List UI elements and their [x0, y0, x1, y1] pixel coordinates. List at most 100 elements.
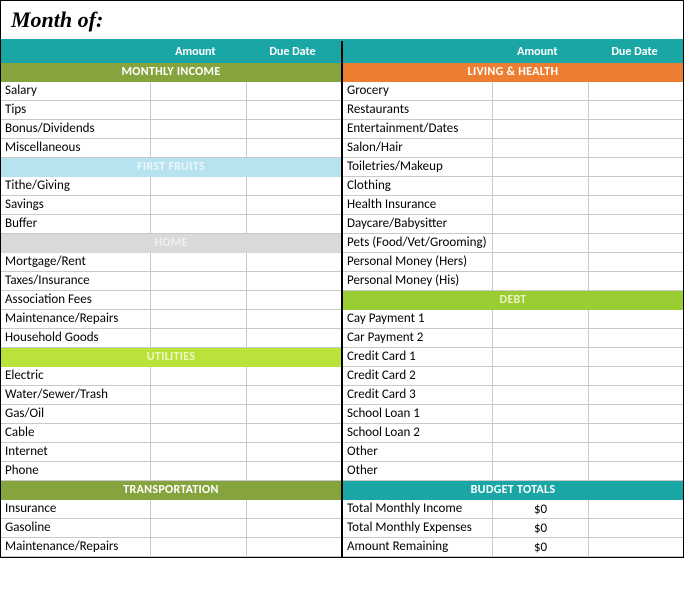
due-cell[interactable] — [589, 462, 683, 480]
amount-cell[interactable] — [493, 101, 588, 119]
due-cell[interactable] — [247, 253, 341, 271]
due-cell[interactable] — [589, 253, 683, 271]
amount-cell[interactable] — [151, 367, 246, 385]
amount-cell[interactable] — [151, 424, 246, 442]
due-cell[interactable] — [589, 158, 683, 176]
amount-cell[interactable] — [493, 386, 588, 404]
due-cell[interactable] — [247, 139, 341, 157]
row-label: Other — [343, 462, 493, 480]
budget-row: Health Insurance — [343, 196, 683, 215]
amount-cell[interactable] — [151, 386, 246, 404]
row-label: Phone — [1, 462, 151, 480]
amount-cell[interactable] — [493, 367, 588, 385]
amount-cell[interactable] — [493, 272, 588, 290]
amount-cell[interactable] — [151, 500, 246, 518]
due-cell[interactable] — [247, 462, 341, 480]
amount-cell[interactable] — [151, 291, 246, 309]
amount-cell[interactable] — [493, 215, 588, 233]
due-cell[interactable] — [589, 443, 683, 461]
due-cell[interactable] — [247, 82, 341, 100]
due-cell[interactable] — [247, 272, 341, 290]
amount-cell[interactable] — [151, 120, 246, 138]
amount-cell[interactable] — [493, 177, 588, 195]
amount-cell[interactable] — [151, 310, 246, 328]
right-column: LIVING & HEALTHGroceryRestaurantsEnterta… — [343, 63, 683, 557]
amount-cell[interactable] — [151, 101, 246, 119]
amount-cell[interactable] — [151, 82, 246, 100]
amount-cell[interactable] — [151, 177, 246, 195]
amount-cell[interactable] — [151, 215, 246, 233]
due-cell[interactable] — [247, 177, 341, 195]
amount-cell[interactable] — [493, 120, 588, 138]
amount-cell[interactable] — [493, 253, 588, 271]
amount-cell[interactable] — [493, 443, 588, 461]
due-cell[interactable] — [247, 291, 341, 309]
due-cell[interactable] — [589, 386, 683, 404]
row-label: Tips — [1, 101, 151, 119]
due-cell[interactable] — [589, 424, 683, 442]
due-cell[interactable] — [589, 120, 683, 138]
due-cell[interactable] — [247, 101, 341, 119]
due-cell[interactable] — [247, 500, 341, 518]
due-cell[interactable] — [589, 405, 683, 423]
due-cell[interactable] — [247, 386, 341, 404]
row-label: Insurance — [1, 500, 151, 518]
amount-cell[interactable] — [151, 462, 246, 480]
amount-cell[interactable] — [151, 443, 246, 461]
amount-cell[interactable] — [151, 405, 246, 423]
amount-cell[interactable] — [493, 139, 588, 157]
left-column: MONTHLY INCOMESalaryTipsBonus/DividendsM… — [1, 63, 343, 557]
due-cell[interactable] — [247, 120, 341, 138]
budget-row: Gasoline — [1, 519, 341, 538]
budget-row: Credit Card 2 — [343, 367, 683, 386]
amount-cell[interactable] — [151, 329, 246, 347]
budget-row: Personal Money (Hers) — [343, 253, 683, 272]
due-cell[interactable] — [589, 272, 683, 290]
due-cell[interactable] — [589, 196, 683, 214]
row-label: Miscellaneous — [1, 139, 151, 157]
amount-cell[interactable] — [493, 310, 588, 328]
due-cell[interactable] — [247, 424, 341, 442]
due-cell[interactable] — [589, 101, 683, 119]
budget-row: Credit Card 3 — [343, 386, 683, 405]
totals-row: Total Monthly Expenses$0 — [343, 519, 683, 538]
due-cell[interactable] — [589, 139, 683, 157]
due-cell[interactable] — [589, 329, 683, 347]
amount-cell[interactable] — [493, 424, 588, 442]
amount-cell[interactable] — [493, 405, 588, 423]
due-cell[interactable] — [247, 538, 341, 556]
amount-cell[interactable] — [151, 272, 246, 290]
budget-row: Cay Payment 1 — [343, 310, 683, 329]
amount-cell[interactable] — [151, 538, 246, 556]
due-cell[interactable] — [589, 215, 683, 233]
due-cell[interactable] — [247, 519, 341, 537]
budget-row: Entertainment/Dates — [343, 120, 683, 139]
due-cell[interactable] — [589, 234, 683, 252]
due-cell[interactable] — [247, 310, 341, 328]
totals-label: Amount Remaining — [343, 538, 493, 556]
due-cell[interactable] — [247, 215, 341, 233]
due-cell[interactable] — [247, 443, 341, 461]
totals-amount: $0 — [493, 500, 588, 518]
due-cell[interactable] — [247, 329, 341, 347]
amount-cell[interactable] — [493, 329, 588, 347]
amount-cell[interactable] — [493, 348, 588, 366]
due-cell[interactable] — [589, 177, 683, 195]
amount-cell[interactable] — [151, 519, 246, 537]
amount-cell[interactable] — [151, 139, 246, 157]
due-cell[interactable] — [589, 82, 683, 100]
due-cell[interactable] — [589, 367, 683, 385]
due-cell[interactable] — [589, 310, 683, 328]
due-cell[interactable] — [247, 367, 341, 385]
amount-cell[interactable] — [493, 82, 588, 100]
amount-cell[interactable] — [493, 196, 588, 214]
due-cell[interactable] — [589, 348, 683, 366]
amount-cell[interactable] — [493, 234, 588, 252]
due-cell[interactable] — [247, 405, 341, 423]
due-cell[interactable] — [247, 196, 341, 214]
budget-row: Toiletries/Makeup — [343, 158, 683, 177]
amount-cell[interactable] — [151, 196, 246, 214]
amount-cell[interactable] — [493, 462, 588, 480]
amount-cell[interactable] — [493, 158, 588, 176]
amount-cell[interactable] — [151, 253, 246, 271]
